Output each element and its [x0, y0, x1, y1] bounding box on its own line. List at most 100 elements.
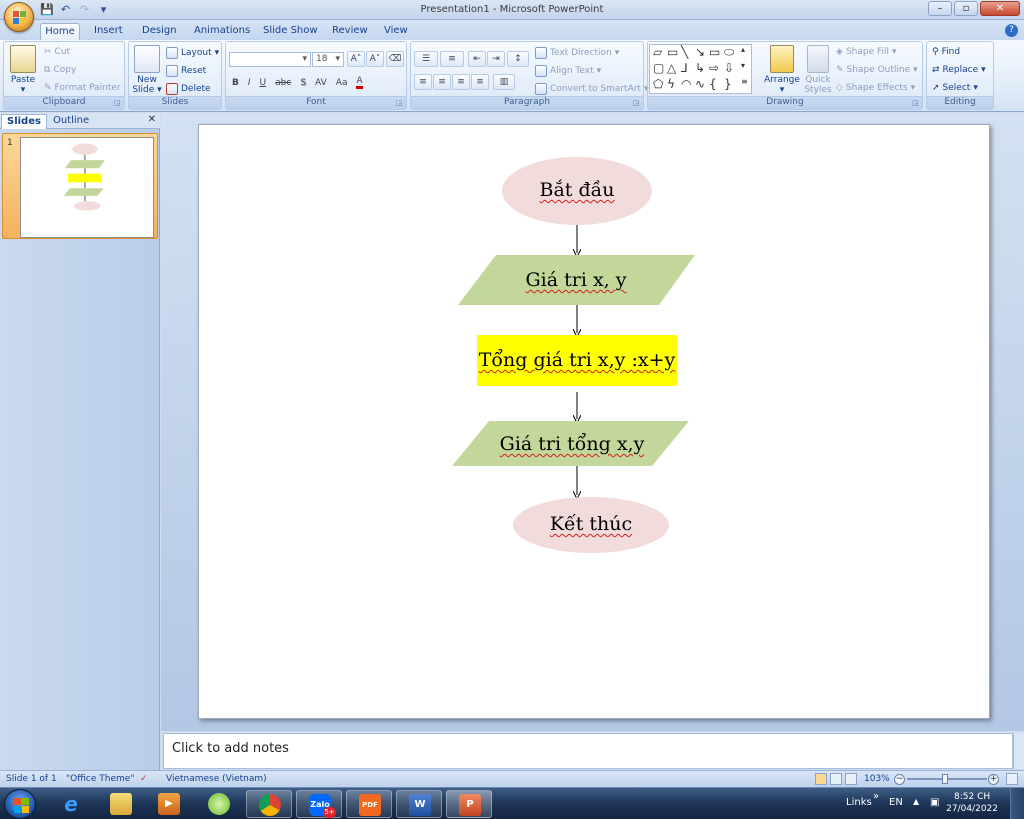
- slide-thumbnail-selected[interactable]: 1: [2, 133, 158, 239]
- minimize-button[interactable]: –: [928, 1, 952, 16]
- taskbar-ie[interactable]: e: [48, 790, 94, 818]
- start-button[interactable]: [4, 789, 36, 819]
- network-icon[interactable]: ▣: [930, 797, 939, 808]
- drawing-launcher-icon[interactable]: ◲: [912, 99, 920, 107]
- tray-expand-icon[interactable]: ▲: [913, 797, 919, 806]
- align-left-icon[interactable]: ≡: [414, 74, 432, 90]
- textbox-shape-icon[interactable]: ▭: [667, 45, 678, 59]
- char-spacing-button[interactable]: AV: [315, 78, 327, 88]
- reset-button[interactable]: Reset: [166, 65, 206, 77]
- change-case-button[interactable]: Aa: [336, 78, 348, 88]
- bold-button[interactable]: B: [232, 78, 239, 88]
- tab-review[interactable]: Review: [332, 23, 368, 40]
- shrink-font-icon[interactable]: A˅: [366, 51, 384, 67]
- language-indicator[interactable]: EN: [889, 797, 903, 808]
- tab-insert[interactable]: Insert: [94, 23, 123, 40]
- tab-animations[interactable]: Animations: [194, 23, 250, 40]
- slide-thumbnail[interactable]: [20, 137, 154, 238]
- paragraph-launcher-icon[interactable]: ◲: [633, 99, 641, 107]
- office-button[interactable]: [4, 2, 34, 32]
- status-language[interactable]: Vietnamese (Vietnam): [166, 774, 267, 784]
- flowchart-start-text[interactable]: Bắt đầu: [502, 179, 652, 201]
- rounded-rect-shape-icon[interactable]: ▢: [653, 61, 664, 75]
- right-arrow-shape-icon[interactable]: ⇨: [709, 61, 719, 75]
- notes-scrollbar[interactable]: [1013, 733, 1024, 769]
- layout-button[interactable]: Layout ▾: [166, 47, 219, 59]
- underline-button[interactable]: U: [260, 78, 267, 88]
- zoom-out-icon[interactable]: −: [894, 774, 905, 785]
- close-button[interactable]: ✕: [980, 1, 1020, 16]
- bullets-icon[interactable]: ☰: [414, 51, 438, 67]
- elbow-arrow-shape-icon[interactable]: ↳: [695, 61, 705, 75]
- pentagon-shape-icon[interactable]: ⬠: [653, 77, 663, 91]
- decrease-indent-icon[interactable]: ⇤: [468, 51, 486, 67]
- zoom-in-icon[interactable]: +: [988, 774, 999, 785]
- clock[interactable]: 8:52 CH 27/04/2022: [946, 791, 998, 815]
- shapes-gallery[interactable]: ▱ ▭ ╲ ↘ ▭ ⬭ ▢ △ ⅃ ↳ ⇨ ⇩ ⬠ ϟ ◠ ∿ { } ▴ ▾ …: [649, 44, 752, 94]
- flowchart-output-text[interactable]: Giá tri tổng x,y: [467, 433, 677, 455]
- taskbar-coccoc[interactable]: [196, 790, 242, 818]
- tab-slides[interactable]: Slides: [1, 114, 47, 129]
- flowchart-input-text[interactable]: Giá tri x, y: [476, 269, 676, 291]
- grow-font-icon[interactable]: A˄: [347, 51, 365, 67]
- maximize-button[interactable]: ▫: [954, 1, 978, 16]
- tab-slide-show[interactable]: Slide Show: [263, 23, 318, 40]
- font-size-combo[interactable]: 18 ▾: [312, 52, 344, 67]
- show-desktop-button[interactable]: [1010, 788, 1024, 819]
- spelling-check-icon[interactable]: ✓: [140, 774, 148, 784]
- text-direction-button[interactable]: Text Direction ▾: [535, 47, 619, 59]
- shape-effects-button[interactable]: ◇ Shape Effects ▾: [836, 83, 915, 93]
- gallery-scroll-up-icon[interactable]: ▴: [741, 45, 745, 54]
- format-painter-button[interactable]: ✎ Format Painter: [44, 83, 121, 93]
- lightning-shape-icon[interactable]: ϟ: [667, 77, 675, 91]
- quick-styles-button[interactable]: Quick Styles: [801, 45, 835, 95]
- align-center-icon[interactable]: ≡: [433, 74, 451, 90]
- slide-sorter-view-icon[interactable]: [830, 773, 842, 785]
- select-button[interactable]: ➚ Select ▾: [932, 83, 978, 93]
- flowchart-process-text[interactable]: Tổng giá tri x,y :x+y: [467, 349, 687, 371]
- align-text-button[interactable]: Align Text ▾: [535, 65, 601, 77]
- line-shape-icon[interactable]: ╲: [681, 45, 688, 59]
- justify-icon[interactable]: ≡: [471, 74, 489, 90]
- zoom-level[interactable]: 103%: [864, 774, 890, 784]
- taskbar-media-player[interactable]: ▶: [146, 790, 192, 818]
- elbow-connector-shape-icon[interactable]: ⅃: [681, 61, 688, 75]
- taskbar-zalo[interactable]: Zalo 5+: [296, 790, 342, 818]
- shape-outline-button[interactable]: ✎ Shape Outline ▾: [836, 65, 918, 75]
- curve-shape-icon[interactable]: ∿: [695, 77, 705, 91]
- line-spacing-icon[interactable]: ↕: [507, 51, 529, 67]
- tab-design[interactable]: Design: [142, 23, 177, 40]
- numbering-icon[interactable]: ≡: [440, 51, 464, 67]
- cut-button[interactable]: ✂ Cut: [44, 47, 70, 57]
- find-button[interactable]: ⚲ Find: [932, 47, 960, 57]
- strikethrough-button[interactable]: abc: [275, 78, 291, 88]
- paste-button[interactable]: Paste ▾: [7, 45, 39, 95]
- down-arrow-shape-icon[interactable]: ⇩: [724, 61, 734, 75]
- zoom-slider-thumb[interactable]: [942, 774, 948, 784]
- slide-canvas[interactable]: Bắt đầu Giá tri x, y Tổng giá tri x,y :x…: [198, 124, 990, 719]
- delete-button[interactable]: Delete: [166, 83, 211, 95]
- slide-show-view-icon[interactable]: [845, 773, 857, 785]
- increase-indent-icon[interactable]: ⇥: [487, 51, 505, 67]
- align-right-icon[interactable]: ≡: [452, 74, 470, 90]
- convert-smartart-button[interactable]: Convert to SmartArt▾: [535, 83, 649, 95]
- parallelogram-shape-icon[interactable]: ▱: [653, 45, 662, 59]
- font-color-button[interactable]: A: [356, 76, 363, 89]
- close-pane-icon[interactable]: ✕: [148, 114, 156, 125]
- new-slide-button[interactable]: New Slide ▾: [132, 45, 162, 95]
- shape-fill-button[interactable]: ◈ Shape Fill ▾: [836, 47, 897, 57]
- taskbar-explorer[interactable]: [98, 790, 144, 818]
- gallery-more-icon[interactable]: ≡: [741, 77, 748, 86]
- columns-icon[interactable]: ▥: [493, 74, 515, 90]
- normal-view-icon[interactable]: [815, 773, 827, 785]
- font-launcher-icon[interactable]: ◲: [396, 99, 404, 107]
- replace-button[interactable]: ⇄ Replace ▾: [932, 65, 986, 75]
- clipboard-launcher-icon[interactable]: ◲: [114, 99, 122, 107]
- tab-home[interactable]: Home: [40, 23, 80, 40]
- shadow-button[interactable]: S: [300, 78, 306, 88]
- fit-to-window-icon[interactable]: [1006, 773, 1018, 785]
- gallery-scroll-down-icon[interactable]: ▾: [741, 61, 745, 70]
- taskbar-pdf[interactable]: PDF: [346, 790, 392, 818]
- italic-button[interactable]: I: [248, 78, 251, 88]
- arc-shape-icon[interactable]: ◠: [681, 77, 691, 91]
